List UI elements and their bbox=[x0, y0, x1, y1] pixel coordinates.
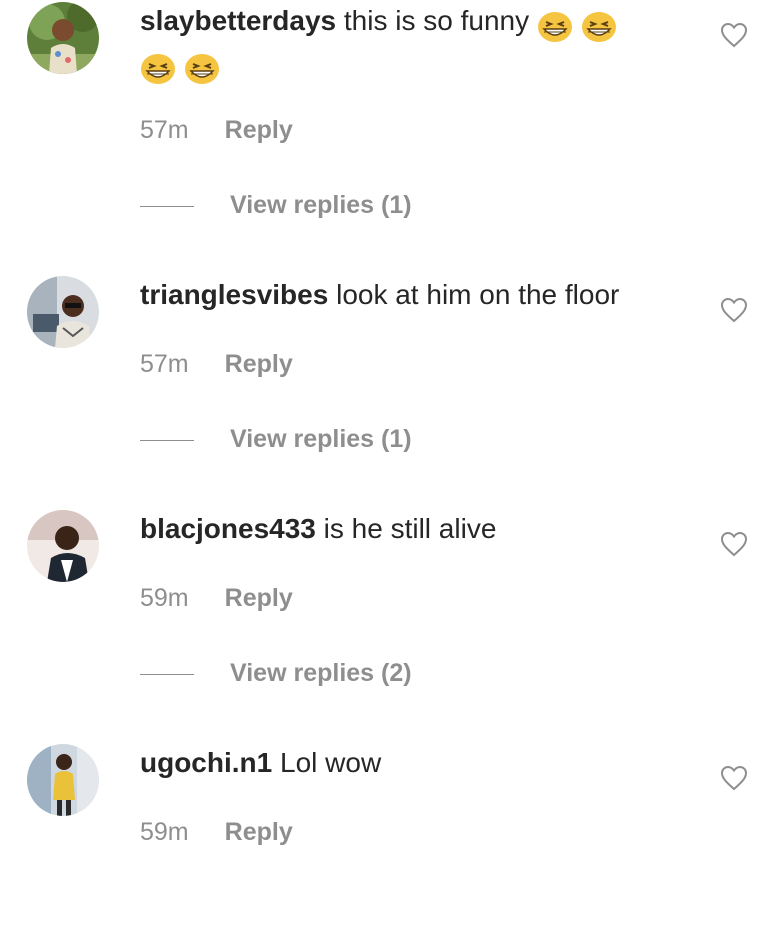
heart-outline-icon[interactable] bbox=[720, 531, 748, 557]
comment-body: Lol wow bbox=[280, 747, 382, 778]
view-replies-button[interactable]: View replies (2) bbox=[140, 656, 412, 690]
divider bbox=[140, 673, 194, 675]
grinning-squinting-face-icon bbox=[140, 53, 176, 85]
grinning-squinting-face-icon bbox=[184, 53, 220, 85]
comment-item: slaybetterdays this is so funny 57m Reply… bbox=[0, 0, 762, 234]
view-replies-label: View replies (2) bbox=[230, 659, 412, 687]
grinning-squinting-face-icon bbox=[537, 11, 573, 43]
comment-body: is he still alive bbox=[323, 513, 497, 544]
divider bbox=[140, 205, 194, 207]
reply-button[interactable]: Reply bbox=[225, 581, 293, 615]
view-replies-label: View replies (1) bbox=[230, 191, 412, 219]
view-replies-button[interactable]: View replies (1) bbox=[140, 188, 412, 222]
view-replies-label: View replies (1) bbox=[230, 425, 412, 453]
reply-button[interactable]: Reply bbox=[225, 347, 293, 381]
comment-text-continued bbox=[140, 44, 685, 85]
view-replies-button[interactable]: View replies (1) bbox=[140, 422, 412, 456]
heart-outline-icon[interactable] bbox=[720, 297, 748, 323]
comment-meta: 57m Reply bbox=[140, 113, 293, 147]
comment-username[interactable]: trianglesvibes bbox=[140, 279, 328, 310]
comment-body: look at him on the floor bbox=[336, 279, 620, 310]
comment-item: trianglesvibes look at him on the floor … bbox=[0, 234, 762, 468]
comment-body: this is so funny bbox=[343, 5, 530, 36]
reply-button[interactable]: Reply bbox=[225, 815, 293, 849]
emoji-group bbox=[140, 49, 220, 85]
heart-outline-icon[interactable] bbox=[720, 765, 748, 791]
reply-button[interactable]: Reply bbox=[225, 113, 293, 147]
comment-meta: 57m Reply bbox=[140, 347, 293, 381]
comment-item: blacjones433 is he still alive 59m Reply … bbox=[0, 468, 762, 702]
avatar[interactable] bbox=[27, 744, 99, 816]
avatar[interactable] bbox=[27, 2, 99, 74]
comment-timestamp: 59m bbox=[140, 818, 189, 846]
heart-outline-icon[interactable] bbox=[720, 22, 748, 48]
avatar[interactable] bbox=[27, 510, 99, 582]
comment-username[interactable]: blacjones433 bbox=[140, 513, 316, 544]
comment-username[interactable]: ugochi.n1 bbox=[140, 747, 272, 778]
comment-meta: 59m Reply bbox=[140, 815, 293, 849]
divider bbox=[140, 439, 194, 441]
emoji-group bbox=[537, 7, 617, 43]
comment-item: ugochi.n1 Lol wow 59m Reply bbox=[0, 702, 762, 936]
comment-meta: 59m Reply bbox=[140, 581, 293, 615]
comment-timestamp: 57m bbox=[140, 116, 189, 144]
grinning-squinting-face-icon bbox=[581, 11, 617, 43]
comment-username[interactable]: slaybetterdays bbox=[140, 5, 336, 36]
avatar[interactable] bbox=[27, 276, 99, 348]
comment-text: trianglesvibes look at him on the floor bbox=[140, 276, 685, 314]
comment-text: slaybetterdays this is so funny bbox=[140, 2, 685, 43]
comment-timestamp: 57m bbox=[140, 350, 189, 378]
comment-text: ugochi.n1 Lol wow bbox=[140, 744, 685, 782]
comment-text: blacjones433 is he still alive bbox=[140, 510, 685, 548]
comment-timestamp: 59m bbox=[140, 584, 189, 612]
